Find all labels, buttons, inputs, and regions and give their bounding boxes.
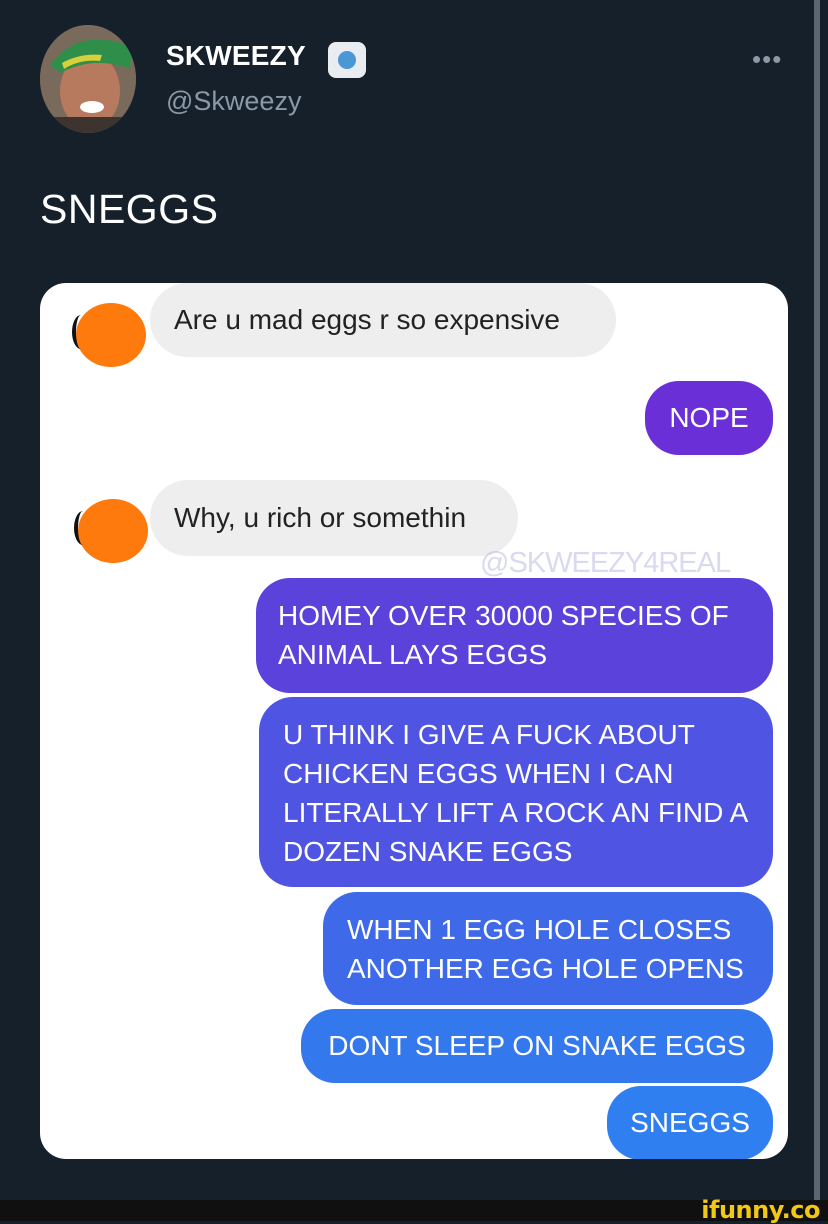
tweet-text: SNEGGS [40,186,219,232]
scrollbar[interactable] [814,0,820,1200]
tweet-media-image[interactable]: Are u mad eggs r so expensive NOPE Why, … [40,283,788,1159]
author-handle[interactable]: @Skweezy [166,86,301,117]
verified-badge-icon [328,42,366,78]
author-display-name[interactable]: SKWEEZY [166,40,306,72]
message-bubble-outgoing: DONT SLEEP ON SNAKE EGGS [301,1009,773,1083]
message-bubble-outgoing: NOPE [645,381,773,455]
avatar[interactable] [40,25,136,133]
message-bubble-outgoing: SNEGGS [607,1086,773,1159]
message-bubble-outgoing: U THINK I GIVE A FUCK ABOUT CHICKEN EGGS… [259,697,773,887]
message-bubble-outgoing: HOMEY OVER 30000 SPECIES OF ANIMAL LAYS … [256,578,773,693]
sender-avatar [74,499,148,563]
ifunny-logo: ifunny.co [701,1196,820,1224]
message-bubble-incoming: Are u mad eggs r so expensive [150,283,616,357]
message-bubble-incoming: Why, u rich or somethin [150,480,518,556]
sender-avatar [72,303,146,367]
message-bubble-outgoing: WHEN 1 EGG HOLE CLOSES ANOTHER EGG HOLE … [323,892,773,1005]
more-horizontal-icon[interactable]: ••• [752,44,782,75]
avatar-image [40,25,136,133]
watermark: @SKWEEZY4REAL [480,547,731,579]
